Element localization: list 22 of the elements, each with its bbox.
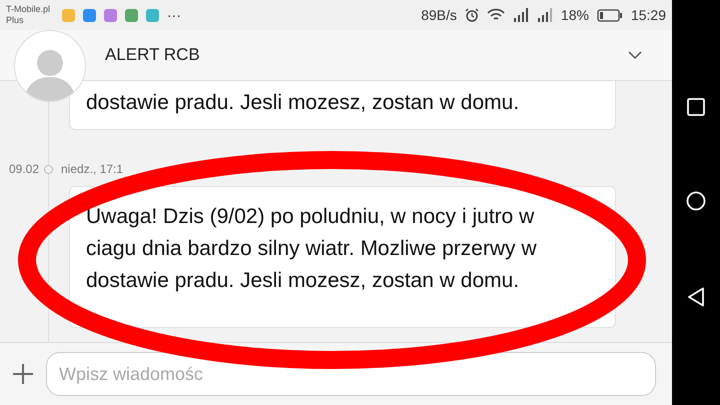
message-time: niedz., 17:1 [61,162,124,176]
carrier-name: T-Mobile.pl [6,4,50,15]
carrier-name: Plus [6,15,25,26]
signal-icon [536,8,553,22]
timeline-dot [44,164,53,174]
clock-time: 15:29 [630,7,666,23]
back-triangle-icon[interactable] [687,287,705,308]
signal-icon [512,8,529,22]
battery-percent: 18% [560,7,589,23]
plus-icon[interactable] [12,363,34,385]
conversation-title: ALERT RCB [105,45,201,65]
circle-icon[interactable] [686,191,706,212]
wifi-icon [486,8,505,22]
alarm-clock-icon [464,8,479,22]
message-bubble: Uwaga! Dzis (9/02) po poludniu, w nocy i jutro w ciagu dnia bardzo silny wiatr. Mozliwe przerwy w dostawie pradu. Jesli mozesz, zostan w domu. [69,186,616,328]
square-icon[interactable] [687,98,705,116]
message-date: 09.02 [9,162,40,176]
chevron-down-icon[interactable] [628,50,642,60]
network-speed: 89B/s [421,7,457,23]
battery-icon [596,8,623,22]
more-notifications: ··· [167,7,182,23]
message-bubble: dostawie pradu. Jesli mozesz, zostan w domu. [69,81,616,130]
